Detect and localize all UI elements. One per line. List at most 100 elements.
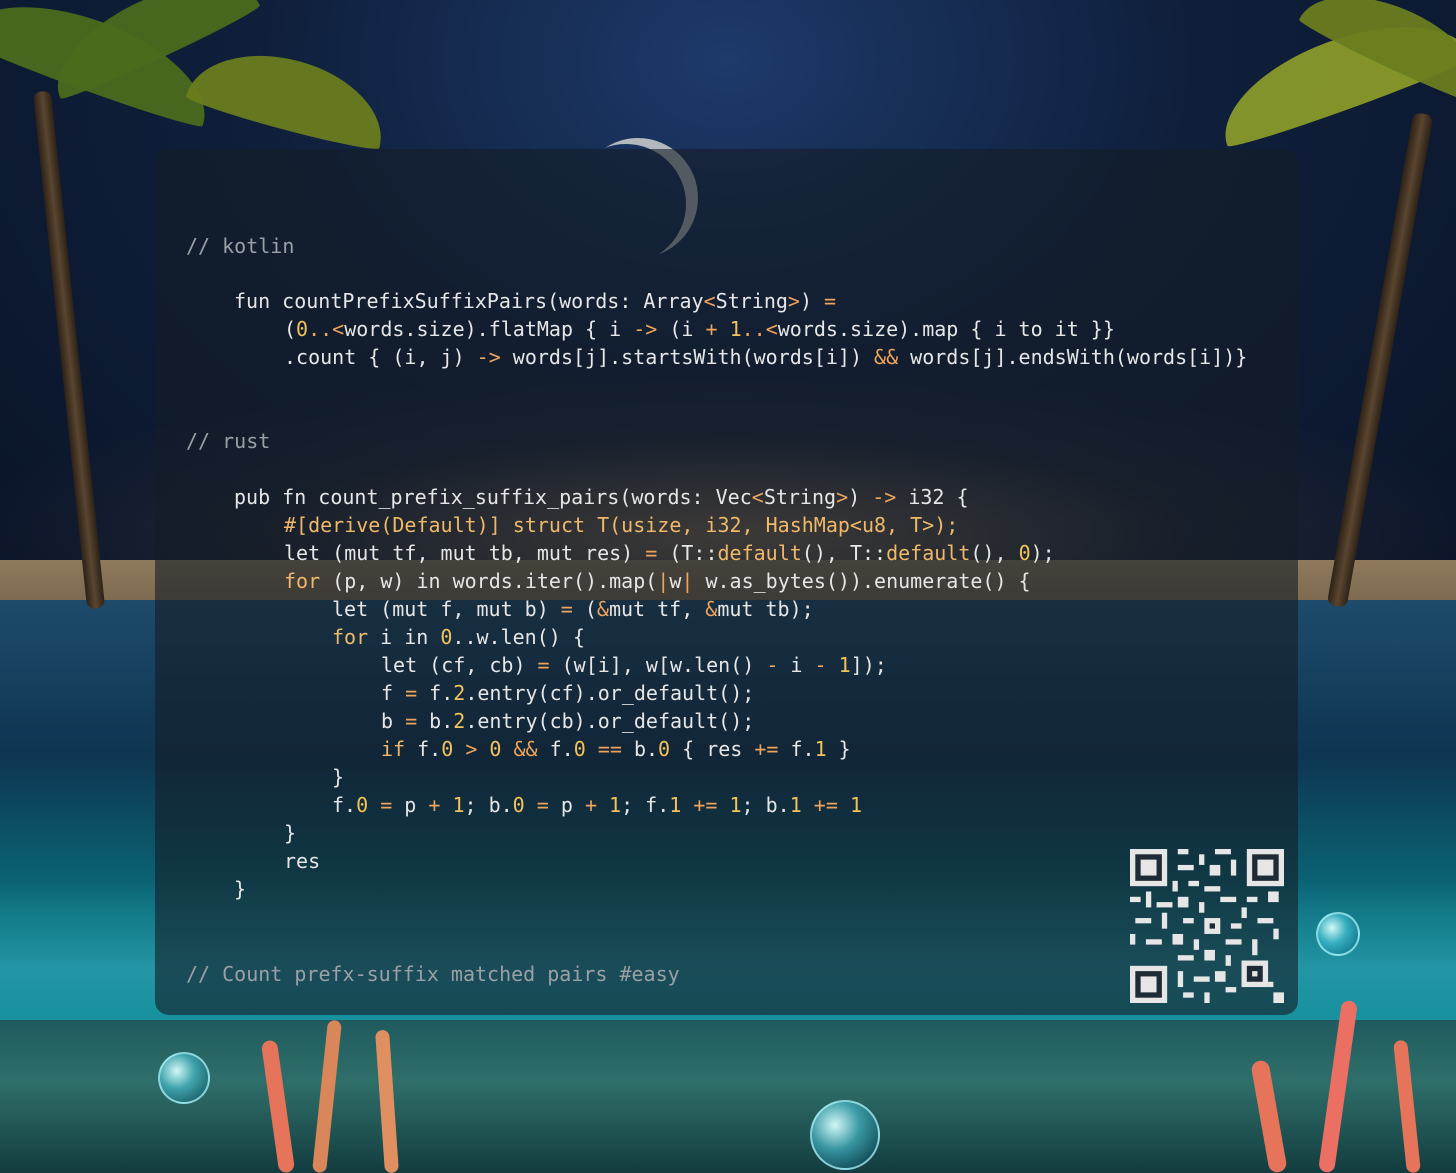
rust-token: 1 [838,653,851,677]
kotlin-token: words.size).flatMap { i [344,317,634,341]
kotlin-token: = [824,289,837,313]
rust-token: f. [537,737,574,761]
rust-token: 1 [814,737,827,761]
rust-token: 1 [849,793,862,817]
rust-token: > [836,485,849,509]
rust-token: default [886,541,971,565]
rust-token: < [751,485,764,509]
rust-token: & [705,597,718,621]
kotlin-token: ) [799,289,825,313]
rust-token: 0 [489,737,502,761]
kotlin-token: ..< [741,317,778,341]
rust-token: .entry(cf).or_default(); [465,681,755,705]
kotlin-token: String [715,289,788,313]
rust-token: i in [368,625,441,649]
rust-token [453,737,465,761]
rust-token: = [405,681,418,705]
rust-token [827,653,839,677]
rust-token [586,737,598,761]
rust-token: ; b. [464,793,513,817]
rust-token: f [381,681,406,705]
kotlin-token [718,317,730,341]
rust-line-4: for (p, w) in words.iter().map(|w| w.as_… [284,567,1031,595]
kotlin-token: ( [284,317,297,341]
kotlin-token: words[j].startsWith(words[i]) [500,345,875,369]
rust-token: | [681,569,694,593]
rust-token: = [645,541,658,565]
kotlin-token: -> [633,317,658,341]
bubble-1 [158,1052,210,1104]
rust-token: 1 [729,793,742,817]
rust-token: 0 [440,625,453,649]
rust-token [477,737,489,761]
rust-token: (), T:: [801,541,887,565]
rust-token: } [234,877,247,901]
rust-token: pub fn count_prefix_suffix_pairs(words: … [234,485,752,509]
rust-token: (p, w) in words.iter().map( [320,569,658,593]
rust-token: ; f. [621,793,670,817]
rust-token: (), [970,541,1019,565]
rust-token: mut tf, [608,597,706,621]
rust-token: if [381,737,406,761]
rust-token: 1 [609,793,622,817]
rust-line-15: } [234,875,246,903]
rust-token: (w[i], w[w.len() [549,653,767,677]
rust-line-2: #[derive(Default)] struct T(usize, i32, … [284,511,958,539]
rust-token [681,793,693,817]
rust-token: = [536,793,549,817]
rust-token: ( [572,597,597,621]
kotlin-token: words.size).map { i to it }} [777,317,1115,341]
rust-line-5: let (mut f, mut b) = (&mut tf, &mut tb); [332,595,814,623]
rust-token: f. [405,737,442,761]
rust-token: 0 [356,793,369,817]
rust-line-11: } [332,763,344,791]
rust-token [368,793,380,817]
rust-token [838,793,850,817]
rust-token: | [657,569,670,593]
rust-token: ; b. [741,793,790,817]
rust-token: let (cf, cb) [381,653,538,677]
rust-token: - [814,653,827,677]
rust-token: ]); [850,653,887,677]
kotlin-token: 1 [729,317,742,341]
rust-token: ..w.len() { [452,625,585,649]
kotlin-token: 0 [296,317,309,341]
rust-token: default [717,541,802,565]
kotlin-token: ..< [308,317,345,341]
rust-token: p [548,793,585,817]
rust-token: b. [417,709,454,733]
rust-token: w [669,569,682,593]
rust-token: String [763,485,837,509]
rust-line-9: b = b.2.entry(cb).or_default(); [381,707,754,735]
rust-token: > [465,737,478,761]
kotlin-token: -> [476,345,501,369]
rust-token: += [754,737,779,761]
bubble-2 [810,1100,880,1170]
comment-kotlin: // kotlin [186,234,295,258]
rust-token: for [332,625,369,649]
rust-token: && [513,737,538,761]
kotlin-token: .count { (i, j) [284,345,477,369]
bubble-3 [1316,912,1360,956]
kotlin-token: (i [657,317,706,341]
rust-line-6: for i in 0..w.len() { [332,623,585,651]
rust-token: #[derive(Default)] struct T(usize, i32, … [284,513,959,537]
rust-token: for [284,569,321,593]
rust-token: 2 [453,681,466,705]
rust-token: b. [621,737,659,761]
rust-token: 0 [441,737,454,761]
rust-token [717,793,729,817]
rust-token: f. [332,793,357,817]
rust-token: f. [417,681,454,705]
rust-line-8: f = f.2.entry(cf).or_default(); [381,679,754,707]
rust-token: { res [670,737,755,761]
kotlin-token: && [874,345,899,369]
rust-token: p [392,793,429,817]
rust-token [597,793,609,817]
rust-token: -> [872,485,897,509]
rust-token: = [560,597,573,621]
kotlin-token: + [705,317,718,341]
comment-footer: // Count prefx-suffix matched pairs #eas… [186,962,680,986]
rust-token: 1 [669,793,682,817]
rust-token: f. [778,737,815,761]
